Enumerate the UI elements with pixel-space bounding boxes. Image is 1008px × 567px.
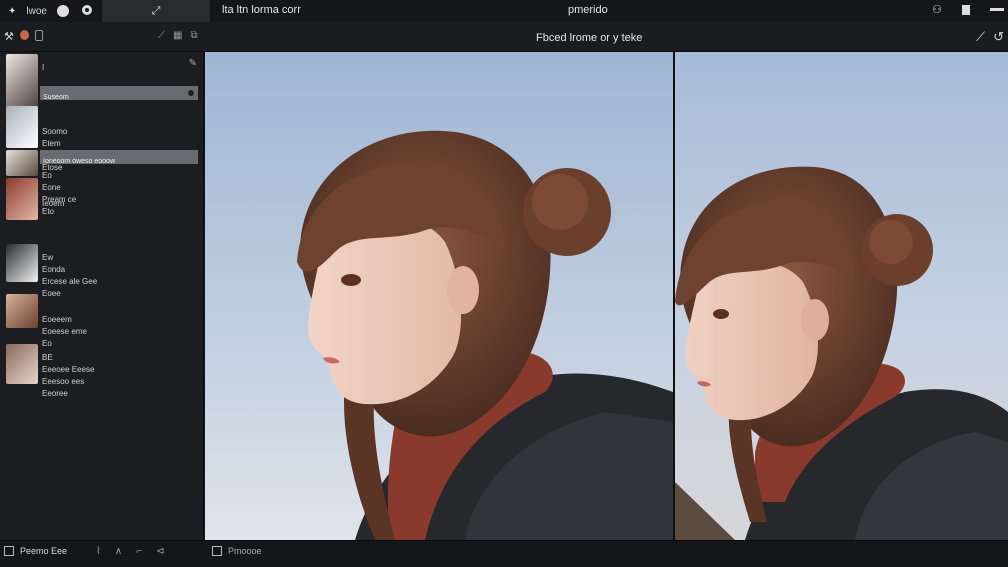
layer-info-line: Soomo [42, 127, 68, 136]
layer-info-line: I [42, 63, 45, 72]
wrench-icon[interactable]: ⚒ [4, 30, 14, 43]
image-panel-original[interactable] [205, 52, 673, 540]
pen-icon[interactable]: ⟋ [158, 30, 165, 41]
layer-info-line: BE [42, 353, 53, 362]
square-icon[interactable] [4, 546, 14, 556]
layer-info-line: Eeoree [42, 389, 68, 398]
layer-info-line [42, 222, 64, 234]
image-canvas[interactable] [205, 52, 1008, 540]
layer-info-line: Eeesoo ees [42, 377, 85, 386]
layer-row[interactable]: Eoeeem Eoeese eme Eo [0, 292, 204, 348]
selected-layer-label: Ioneoom oweso eooow [43, 158, 115, 165]
selected-layer-bar[interactable]: Ioneoom oweso eooow [40, 150, 198, 165]
layer-info-line: Ew [42, 253, 54, 262]
layer-info-line: Eoeeem [42, 315, 72, 324]
image-panel-edited[interactable] [675, 52, 1008, 540]
pin-icon[interactable]: ⌇ [96, 546, 101, 557]
person-icon[interactable]: ⚇ [932, 3, 942, 16]
undo-icon[interactable]: ↺ [993, 29, 1004, 45]
tool-options-bar: ⚒ ⟋ ▦ ⧉ Fbced lrome or y teke ⟋ ↺ [0, 22, 1008, 52]
layer-thumbnail[interactable] [6, 294, 38, 328]
layer-info-line [42, 210, 64, 222]
layer-info: Ieoem [42, 186, 64, 246]
layer-info-line: Ercese ale Gee [42, 277, 98, 286]
layer-thumbnail[interactable] [6, 244, 38, 282]
status-tools: ⌇ ∧ ⌐ ⊲ [96, 546, 164, 557]
window-controls: ⚇ [932, 3, 1004, 16]
status-bar: Peemo Eee ⌇ ∧ ⌐ ⊲ Pmoooe [0, 540, 1008, 567]
brush-small-icon[interactable]: ⊲ [156, 546, 164, 557]
cursor-icon: ⤢ [151, 4, 161, 17]
layer-info-line [42, 302, 87, 314]
frame-small-icon[interactable] [212, 546, 222, 556]
layer-info-line [42, 74, 44, 86]
grid-icon[interactable]: ▦ [173, 30, 182, 41]
circle-icon[interactable] [56, 5, 69, 17]
status-mid: Pmoooe [212, 546, 262, 556]
layer-row[interactable]: BE Eeeoee Eeese Eeesoo ees Eeoree [0, 342, 204, 398]
portrait-image [205, 52, 673, 540]
layer-info-line [42, 114, 71, 126]
status-left-label: Peemo Eee [20, 546, 68, 556]
layer-info-line: Ieoem [42, 199, 65, 208]
layer-thumbnail[interactable] [6, 344, 38, 384]
layers-panel: ✎ I SoomoEtemEod sneEtose EoEonePream ce… [0, 52, 204, 540]
layer-thumbnail[interactable] [6, 178, 38, 220]
layer-info-line: Eeeoee Eeese [42, 365, 95, 374]
app-title: pmerido [568, 4, 608, 16]
status-left: Peemo Eee [4, 546, 67, 556]
layer-thumbnail[interactable] [6, 106, 38, 148]
layer-row[interactable]: Ieoem [0, 176, 204, 222]
visibility-dot-icon[interactable] [188, 90, 194, 96]
layer-info-line [42, 186, 64, 198]
selected-layer-bar[interactable]: Suseom [40, 86, 198, 101]
paint-drop-icon[interactable] [19, 30, 29, 40]
layer-info: BE Eeeoee Eeese Eeesoo ees Eeoree [42, 352, 95, 400]
status-mid-label: Pmoooe [228, 546, 262, 556]
layer-icon[interactable] [34, 30, 43, 41]
hook-icon[interactable]: ⌐ [136, 546, 142, 557]
toolbar-right: ⟋ ↺ [976, 29, 1004, 45]
wedge-icon[interactable]: ∧ [115, 546, 122, 557]
minimize-icon[interactable] [990, 8, 1004, 11]
active-tab[interactable]: ⤢ [102, 0, 210, 22]
layer-info-line: Eonda [42, 265, 66, 274]
layer-row[interactable]: Ew Eonda Ercese ale Gee Eoee [0, 242, 204, 298]
menu-text[interactable]: lta ltn lorma corr [222, 4, 301, 16]
layer-thumbnail[interactable] [6, 150, 38, 176]
selected-layer-label: Suseom [43, 94, 69, 101]
layer-row[interactable]: SoomoEtemEod sneEtose [0, 104, 204, 172]
portrait-image-edited [675, 52, 1008, 540]
record-icon[interactable] [82, 5, 92, 15]
brush-icon[interactable]: ⟋ [976, 29, 985, 45]
transform-tools: ⟋ ▦ ⧉ [158, 30, 198, 41]
title-bar-left-label: lwoe [26, 5, 47, 17]
title-bar: ✦ lwoe ⤢ lta ltn lorma corr pmerido ⚇ [0, 0, 1008, 22]
star-icon[interactable]: ✦ [8, 6, 16, 17]
document-title: Fbced lrome or y teke [536, 32, 643, 44]
layer-info-line: Eoeese eme [42, 327, 87, 336]
quick-tools: ⚒ [4, 30, 43, 43]
page-icon[interactable] [962, 4, 970, 15]
frame-icon[interactable]: ⧉ [190, 30, 197, 41]
